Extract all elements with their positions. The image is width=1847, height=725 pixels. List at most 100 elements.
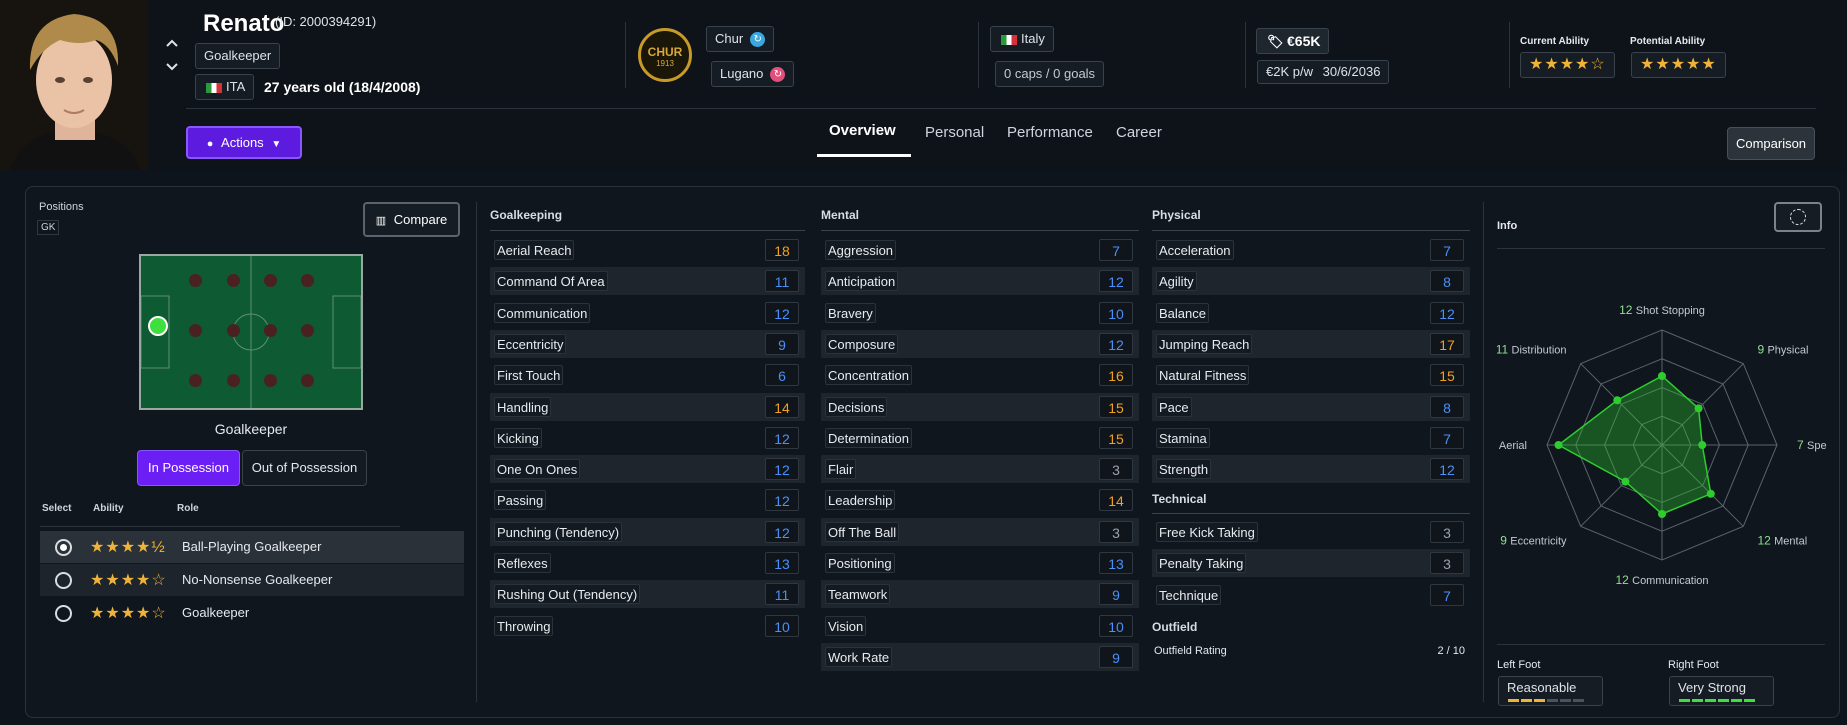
attribute-row[interactable]: Natural Fitness 15 (1152, 361, 1470, 389)
header-divider (625, 22, 626, 88)
comparison-button[interactable]: Comparison (1727, 127, 1815, 160)
club-chip[interactable]: Chur ↻ (706, 26, 775, 52)
nation-chip[interactable]: Italy (990, 26, 1054, 52)
attribute-row[interactable]: Leadership 14 (821, 486, 1139, 514)
tab-career[interactable]: Career (1116, 124, 1162, 141)
position-chip: Goalkeeper (195, 43, 281, 69)
attribute-row[interactable]: One On Ones 12 (490, 455, 805, 484)
left-foot-label: Left Foot (1497, 659, 1541, 671)
nationality-chip: ITA (195, 74, 255, 100)
in-possession-button[interactable]: In Possession (137, 450, 240, 486)
attribute-row[interactable]: Passing 12 (490, 486, 805, 514)
attribute-row[interactable]: First Touch 6 (490, 361, 805, 389)
attribute-row[interactable]: Punching (Tendency) 12 (490, 517, 805, 546)
out-of-possession-button[interactable]: Out of Possession (242, 450, 367, 486)
attribute-row[interactable]: Pace 8 (1152, 392, 1470, 421)
attribute-row[interactable]: Throwing 10 (490, 612, 805, 640)
actions-button[interactable]: ● Actions ▼ (186, 126, 302, 159)
radar-label: 12 Communication (1615, 573, 1708, 587)
attribute-row[interactable]: Anticipation 12 (821, 267, 1139, 296)
header-divider (1245, 22, 1246, 88)
radar-label-text: Mental (1774, 535, 1807, 547)
role-radio[interactable] (55, 539, 72, 556)
attribute-row[interactable]: Balance 12 (1152, 299, 1470, 327)
role-radio[interactable] (55, 605, 72, 622)
role-radio[interactable] (55, 572, 72, 589)
attribute-row[interactable]: Free Kick Taking 3 (1152, 518, 1470, 546)
attribute-row[interactable]: Determination 15 (821, 424, 1139, 452)
attribute-row[interactable]: Work Rate 9 (821, 642, 1139, 671)
radar-label: 11 Distribution (1497, 343, 1567, 357)
technical-title: Technical (1152, 492, 1207, 506)
attribute-value: 17 (1430, 332, 1464, 355)
right-foot-label: Right Foot (1668, 659, 1719, 671)
attribute-row[interactable]: Agility 8 (1152, 267, 1470, 296)
position-dot (189, 274, 202, 287)
info-title: Info (1497, 220, 1518, 232)
attribute-row[interactable]: Decisions 15 (821, 392, 1139, 421)
attribute-name: Jumping Reach (1156, 333, 1253, 354)
attribute-row[interactable]: Handling 14 (490, 392, 805, 421)
compare-label: Compare (393, 212, 448, 227)
attribute-row[interactable]: Eccentricity 9 (490, 329, 805, 358)
attribute-row[interactable]: Communication 12 (490, 299, 805, 327)
nationality-code: ITA (226, 79, 246, 94)
user-icon: ● (206, 138, 214, 150)
attribute-row[interactable]: Aggression 7 (821, 236, 1139, 264)
role-row[interactable]: ★★★★½ Ball-Playing Goalkeeper (40, 531, 464, 563)
attribute-name: Off The Ball (825, 521, 900, 542)
header-divider (978, 22, 979, 88)
attribute-row[interactable]: Positioning 13 (821, 549, 1139, 577)
foot-meter-segment (1547, 699, 1558, 702)
role-row[interactable]: ★★★★☆ Goalkeeper (40, 597, 464, 629)
attribute-row[interactable]: Flair 3 (821, 455, 1139, 484)
attribute-row[interactable]: Strength 12 (1152, 455, 1470, 484)
attribute-row[interactable]: Command Of Area 11 (490, 267, 805, 296)
role-row[interactable]: ★★★★☆ No-Nonsense Goalkeeper (40, 564, 464, 596)
column-divider (1483, 202, 1484, 702)
attribute-name: Teamwork (825, 584, 891, 605)
radar-value: 11 (1497, 343, 1512, 357)
attribute-name: Penalty Taking (1156, 553, 1247, 574)
tab-overview[interactable]: Overview (829, 122, 896, 139)
nav-up-icon[interactable] (165, 36, 179, 50)
compare-icon: ▥ (375, 215, 387, 227)
player-profile-button[interactable] (1774, 202, 1822, 232)
attribute-row[interactable]: Acceleration 7 (1152, 236, 1470, 264)
radar-point (1613, 396, 1622, 405)
attribute-row[interactable]: Kicking 12 (490, 424, 805, 452)
attribute-row[interactable]: Technique 7 (1152, 581, 1470, 609)
position-dot (189, 324, 202, 337)
attribute-value: 10 (1099, 301, 1133, 324)
attribute-row[interactable]: Rushing Out (Tendency) 11 (490, 580, 805, 609)
attribute-row[interactable]: Stamina 7 (1152, 424, 1470, 452)
attribute-row[interactable]: Teamwork 9 (821, 580, 1139, 609)
header-divider (1509, 22, 1510, 88)
attribute-row[interactable]: Reflexes 13 (490, 549, 805, 577)
position-dot (301, 324, 314, 337)
pitch (139, 254, 363, 410)
attribute-value: 10 (765, 614, 799, 637)
attribute-row[interactable]: Vision 10 (821, 612, 1139, 640)
radar-label: 7 Speed (1797, 438, 1827, 452)
club-badge[interactable]: CHUR 1913 (638, 28, 692, 82)
tab-personal[interactable]: Personal (925, 124, 984, 141)
attribute-name: Reflexes (494, 553, 551, 573)
compare-button[interactable]: ▥ Compare (363, 202, 460, 237)
attribute-name: Work Rate (825, 646, 893, 667)
club-name: Chur (715, 31, 744, 46)
left-foot-value: Reasonable (1507, 680, 1577, 695)
radar-label-text: Eccentricity (1510, 535, 1567, 547)
goalkeeper-position-marker[interactable] (148, 316, 168, 336)
attribute-row[interactable]: Bravery 10 (821, 299, 1139, 327)
attribute-row[interactable]: Off The Ball 3 (821, 517, 1139, 546)
attribute-row[interactable]: Aerial Reach 18 (490, 236, 805, 264)
nav-down-icon[interactable] (165, 60, 179, 74)
attribute-row[interactable]: Jumping Reach 17 (1152, 329, 1470, 358)
attribute-value: 12 (1430, 458, 1464, 481)
attribute-row[interactable]: Composure 12 (821, 329, 1139, 358)
attribute-row[interactable]: Concentration 16 (821, 361, 1139, 389)
loan-club-chip[interactable]: Lugano ↻ (711, 61, 795, 87)
tab-performance[interactable]: Performance (1007, 124, 1093, 141)
attribute-row[interactable]: Penalty Taking 3 (1152, 549, 1470, 578)
